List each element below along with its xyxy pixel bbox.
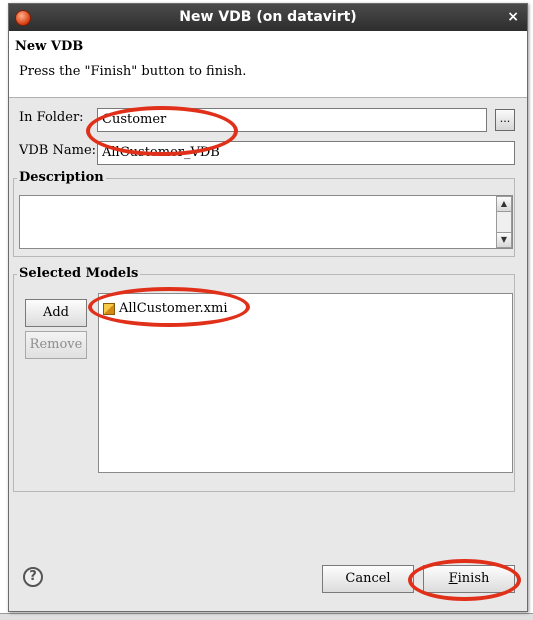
scroll-down-icon[interactable]: ▼ [497, 232, 511, 247]
cancel-button[interactable]: Cancel [322, 565, 414, 593]
finish-button[interactable]: Finish [423, 565, 515, 593]
models-list[interactable]: AllCustomer.xmi [98, 293, 513, 473]
selected-models-title: Selected Models [17, 266, 141, 281]
vdb-name-label: VDB Name: [19, 143, 97, 158]
folder-label: In Folder: [19, 110, 84, 125]
new-vdb-dialog: New VDB (on datavirt) × New VDB Press th… [8, 3, 528, 612]
remove-model-button[interactable]: Remove [25, 331, 87, 359]
model-list-item-label: AllCustomer.xmi [119, 301, 228, 316]
model-list-item[interactable]: AllCustomer.xmi [103, 301, 228, 316]
folder-field[interactable]: Customer [97, 108, 487, 132]
wizard-title: New VDB [15, 39, 84, 54]
add-model-button[interactable]: Add [25, 299, 87, 327]
eclipse-icon [15, 10, 31, 26]
model-cube-icon [103, 302, 115, 315]
wizard-message: Press the "Finish" button to finish. [19, 64, 247, 79]
description-scrollbar[interactable]: ▲ ▼ [496, 196, 512, 248]
scroll-up-icon[interactable]: ▲ [497, 197, 511, 212]
finish-mnemonic: F [448, 571, 458, 586]
close-icon[interactable]: × [507, 4, 519, 31]
finish-label-rest: inish [457, 571, 490, 586]
vdb-name-field[interactable]: AllCustomer_VDB [97, 141, 515, 165]
help-icon[interactable]: ? [23, 567, 43, 587]
browse-folder-button[interactable]: ... [495, 109, 515, 131]
window-title: New VDB (on datavirt) [179, 9, 357, 25]
description-title: Description [17, 170, 106, 185]
title-bar: New VDB (on datavirt) × [9, 4, 527, 31]
wizard-header: New VDB Press the "Finish" button to fin… [9, 31, 527, 98]
description-textarea[interactable]: ▲ ▼ [19, 195, 513, 249]
